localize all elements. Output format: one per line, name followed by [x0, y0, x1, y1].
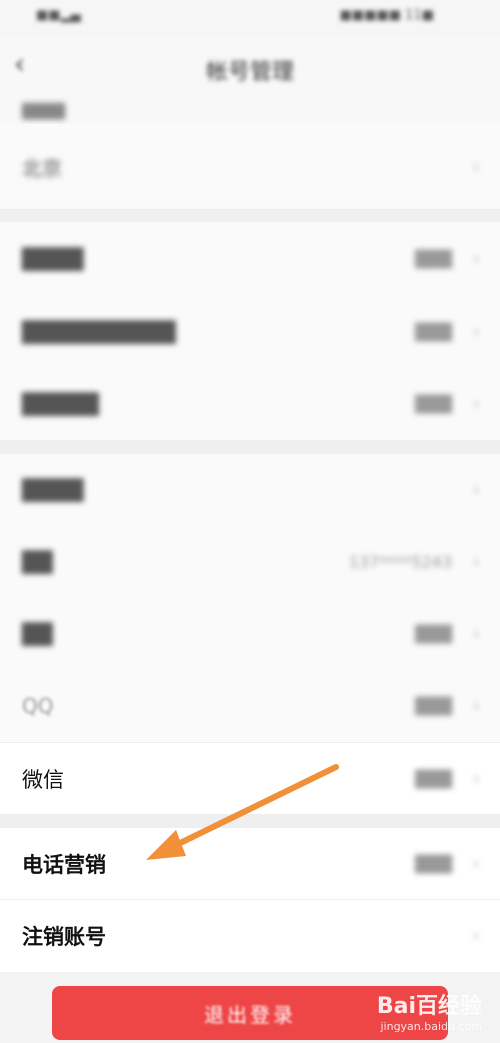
- qq-label: QQ: [22, 694, 54, 718]
- settings-row-verify-1[interactable]: ████ ███ ›: [0, 222, 500, 296]
- settings-row-telemarketing[interactable]: 电话营销 ███ ›: [0, 828, 500, 900]
- settings-row-verify-3[interactable]: █████ ███ ›: [0, 368, 500, 440]
- phone-value: 137****5243: [348, 552, 452, 572]
- baidu-watermark: Bai百经验 jingyan.baidu.com: [377, 988, 482, 1033]
- cancel-account-label: 注销账号: [22, 925, 106, 949]
- verify-3-label: █████: [22, 392, 99, 416]
- chevron-right-icon: ›: [472, 853, 480, 874]
- chevron-right-icon: ›: [472, 925, 480, 947]
- region-label: 北京: [22, 156, 62, 180]
- settings-row-wechat[interactable]: 微信 ███ ›: [0, 742, 500, 814]
- signal-indicator: ■■▂▄: [36, 8, 81, 23]
- partial-row: ████: [0, 100, 500, 124]
- phone-label: ██: [22, 550, 53, 574]
- settings-row-password[interactable]: ████ ›: [0, 454, 500, 526]
- password-label: ████: [22, 478, 84, 502]
- telemarketing-label: 电话营销: [22, 852, 106, 877]
- settings-row-phone[interactable]: ██ 137****5243 ›: [0, 526, 500, 598]
- chevron-right-icon: ›: [472, 393, 480, 415]
- chevron-right-icon: ›: [472, 768, 480, 789]
- settings-row-qq[interactable]: QQ ███ ›: [0, 670, 500, 742]
- chevron-right-icon: ›: [472, 623, 480, 645]
- email-value: ███: [415, 624, 452, 644]
- page-title: 帐号管理: [205, 60, 294, 85]
- battery-time-indicator: ■■■■■ 11■: [339, 8, 434, 23]
- chevron-right-icon: ›: [472, 479, 480, 501]
- verify-2-value: ███: [415, 322, 452, 342]
- status-bar: ■■▂▄ ■■■■■ 11■: [0, 0, 500, 36]
- settings-row-verify-2[interactable]: ██████████ ███ ›: [0, 296, 500, 368]
- nav-bar: ‹ 帐号管理: [0, 36, 500, 100]
- chevron-right-icon: ›: [472, 321, 480, 343]
- email-label: ██: [22, 622, 53, 646]
- chevron-right-icon: ›: [472, 248, 480, 270]
- chevron-right-icon: ›: [472, 695, 480, 717]
- verify-1-label: ████: [22, 247, 84, 271]
- settings-row-region[interactable]: 北京 ›: [0, 124, 500, 210]
- section-gap: [0, 814, 500, 828]
- settings-row-email[interactable]: ██ ███ ›: [0, 598, 500, 670]
- verify-2-label: ██████████: [22, 320, 176, 344]
- section-gap: [0, 440, 500, 454]
- wechat-value: ███: [415, 769, 452, 788]
- wechat-label: 微信: [22, 767, 64, 792]
- settings-row-cancel-account[interactable]: 注销账号 ›: [0, 900, 500, 972]
- telemarketing-value: ███: [415, 854, 452, 873]
- chevron-right-icon: ›: [472, 551, 480, 573]
- chevron-right-icon: ›: [472, 156, 480, 177]
- watermark-url: jingyan.baidu.com: [380, 1020, 482, 1033]
- logout-label: 退出登录: [204, 1002, 296, 1027]
- watermark-logo-text: Bai百经验: [376, 994, 482, 1019]
- qq-value: ███: [415, 696, 452, 716]
- section-gap: [0, 210, 500, 222]
- verify-1-value: ███: [415, 249, 452, 269]
- verify-3-value: ███: [415, 394, 452, 414]
- partial-row-label: ████: [22, 104, 66, 120]
